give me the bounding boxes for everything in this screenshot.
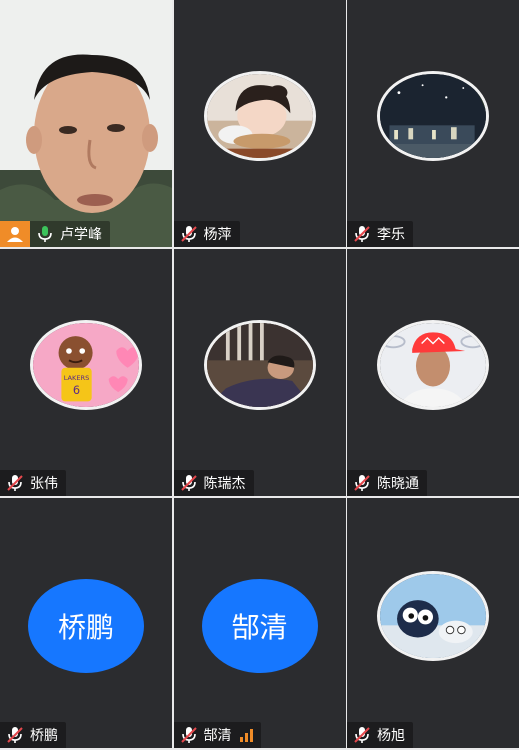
tennis-player-photo-avatar xyxy=(377,320,489,411)
participant-tile-3[interactable]: 李乐 xyxy=(347,0,519,247)
participant-name: 陈晓通 xyxy=(377,476,419,492)
name-bar: 杨萍 xyxy=(173,221,240,247)
mic-muted-icon xyxy=(6,726,24,744)
toy-bird-photo-avatar xyxy=(377,570,489,661)
mic-muted-icon xyxy=(180,726,198,744)
jersey-number: 6 xyxy=(73,384,80,397)
participant-tile-4[interactable]: LAKERS 6 张伟 xyxy=(0,249,172,496)
participant-tile-1[interactable]: 卢学峰 xyxy=(0,0,172,247)
name-bar: 郜清 xyxy=(173,722,261,748)
cartoon-lakers-player-avatar: LAKERS 6 xyxy=(30,320,142,411)
participant-tile-7[interactable]: 桥鹏 桥鹏 xyxy=(0,498,172,748)
mic-muted-icon xyxy=(180,225,198,243)
participant-name: 桥鹏 xyxy=(30,728,58,744)
participant-name: 卢学峰 xyxy=(60,227,102,243)
camera-feed xyxy=(0,0,172,247)
participant-name: 李乐 xyxy=(377,227,405,243)
mic-muted-icon xyxy=(353,225,371,243)
name-bar: 卢学峰 xyxy=(0,221,110,247)
girl-photo-avatar xyxy=(203,71,316,162)
name-bar: 李乐 xyxy=(347,221,413,247)
mic-muted-icon xyxy=(6,474,24,492)
participant-tile-6[interactable]: 陈晓通 xyxy=(347,249,519,496)
participant-name: 杨旭 xyxy=(377,728,405,744)
mic-muted-icon xyxy=(353,726,371,744)
video-grid: 卢学峰 杨萍 李乐 LAKERS 6 张伟 陈瑞杰 陈晓通 桥鹏 桥鹏 郜清 郜… xyxy=(0,0,519,750)
participant-tile-8[interactable]: 郜清 郜清 xyxy=(173,498,346,748)
participant-tile-5[interactable]: 陈瑞杰 xyxy=(173,249,346,496)
text-avatar: 桥鹏 xyxy=(28,578,144,673)
name-bar: 杨旭 xyxy=(347,722,413,748)
participant-name: 陈瑞杰 xyxy=(203,476,246,492)
text-avatar: 郜清 xyxy=(201,578,318,673)
host-user-icon xyxy=(0,221,30,247)
name-bar: 陈瑞杰 xyxy=(173,470,254,496)
jersey-text: LAKERS xyxy=(64,374,90,382)
weak-signal-icon xyxy=(239,728,253,742)
participant-tile-9[interactable]: 杨旭 xyxy=(347,498,519,748)
participant-name: 杨萍 xyxy=(203,227,232,243)
mic-muted-icon xyxy=(353,474,371,492)
name-bar: 桥鹏 xyxy=(0,722,66,748)
mic-muted-icon xyxy=(180,474,198,492)
mic-active-icon xyxy=(36,225,54,243)
participant-tile-2[interactable]: 杨萍 xyxy=(173,0,346,247)
participant-name: 郜清 xyxy=(203,728,232,744)
name-bar: 张伟 xyxy=(0,470,66,496)
name-bar: 陈晓通 xyxy=(347,470,427,496)
sleeping-man-photo-avatar xyxy=(203,320,316,411)
night-city-photo-avatar xyxy=(377,71,489,162)
participant-name: 张伟 xyxy=(30,476,58,492)
